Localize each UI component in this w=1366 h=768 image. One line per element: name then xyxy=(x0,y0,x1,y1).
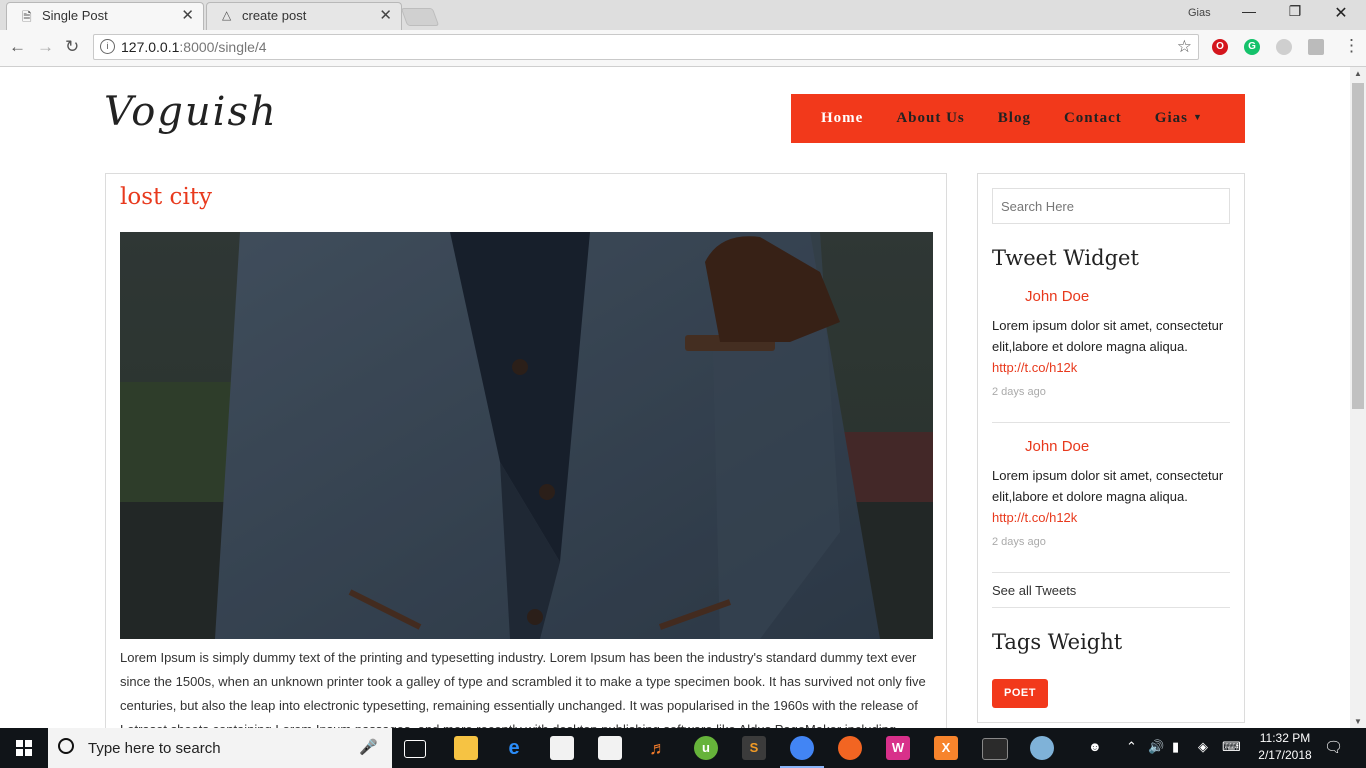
tweet-item: John Doe Lorem ipsum dolor sit amet, con… xyxy=(992,438,1232,548)
extension-icon[interactable] xyxy=(1276,39,1292,55)
task-view-icon[interactable] xyxy=(404,740,426,758)
xampp-icon[interactable]: X xyxy=(934,736,958,760)
tweet-link[interactable]: http://t.co/h12k xyxy=(992,357,1232,378)
nav-user-dropdown[interactable]: Gias ▼ xyxy=(1155,110,1203,127)
new-tab-button[interactable] xyxy=(400,8,440,26)
chrome-icon[interactable] xyxy=(790,736,814,760)
battery-icon[interactable]: ▮ xyxy=(1172,739,1179,755)
windows-logo-icon xyxy=(16,740,32,756)
tag-button[interactable]: POET xyxy=(992,679,1048,708)
tweet-widget-title: Tweet Widget xyxy=(992,246,1139,270)
tweet-link[interactable]: http://t.co/h12k xyxy=(992,507,1232,528)
pdf-extension-icon[interactable] xyxy=(1308,39,1324,55)
divider xyxy=(992,572,1230,573)
utorrent-icon[interactable]: u xyxy=(694,736,718,760)
post-image xyxy=(120,232,933,639)
paint-icon[interactable] xyxy=(1030,736,1054,760)
nav-home[interactable]: Home xyxy=(821,110,863,127)
page-scrollbar[interactable]: ▲ ▼ xyxy=(1350,67,1366,728)
nav-contact[interactable]: Contact xyxy=(1064,110,1122,127)
forward-arrow-icon[interactable]: → xyxy=(37,37,54,57)
scroll-down-icon[interactable]: ▼ xyxy=(1354,717,1362,726)
nav-about-us[interactable]: About Us xyxy=(896,110,964,127)
tweet-time: 2 days ago xyxy=(992,536,1046,548)
nav-user-label: Gias xyxy=(1154,110,1188,126)
tab-title: create post xyxy=(242,8,307,23)
reload-icon[interactable]: ↻ xyxy=(65,37,79,57)
tab-single-post[interactable]: 🗎 Single Post ✕ xyxy=(6,2,204,30)
microphone-icon[interactable]: 🎤 xyxy=(359,738,378,756)
postman-icon[interactable] xyxy=(838,736,862,760)
document-icon: 🗎 xyxy=(22,10,32,24)
profile-name[interactable]: Gias xyxy=(1188,7,1211,19)
maximize-icon[interactable]: ❐ xyxy=(1280,3,1310,20)
start-button[interactable] xyxy=(0,728,48,768)
nav-blog[interactable]: Blog xyxy=(998,110,1031,127)
laravel-icon: △ xyxy=(222,8,232,22)
windows-taskbar: Type here to search 🎤 e ♬ u S W X ☻ ⌃ 🔊 … xyxy=(0,728,1366,768)
post-title[interactable]: lost city xyxy=(120,184,212,210)
caret-down-icon: ▼ xyxy=(1192,112,1203,122)
tweet-author[interactable]: John Doe xyxy=(1025,438,1232,455)
main-nav: Home About Us Blog Contact Gias ▼ xyxy=(791,94,1245,143)
scrollbar-thumb[interactable] xyxy=(1352,83,1364,409)
people-icon[interactable]: ☻ xyxy=(1088,739,1102,754)
wifi-icon[interactable]: ◈ xyxy=(1198,739,1208,755)
cortana-icon xyxy=(58,738,74,754)
sidebar: Tweet Widget John Doe Lorem ipsum dolor … xyxy=(977,173,1245,723)
browser-menu-icon[interactable]: ⋮ xyxy=(1343,36,1360,56)
taskbar-search-box[interactable]: Type here to search 🎤 xyxy=(48,728,392,768)
opera-extension-icon[interactable]: O xyxy=(1212,39,1228,55)
post-body: Lorem Ipsum is simply dummy text of the … xyxy=(120,650,926,728)
file-explorer-icon[interactable] xyxy=(454,736,478,760)
search-input[interactable] xyxy=(992,188,1230,224)
tweet-time: 2 days ago xyxy=(992,386,1046,398)
divider xyxy=(992,422,1230,423)
audio-player-icon[interactable]: ♬ xyxy=(646,736,670,760)
command-prompt-icon[interactable] xyxy=(982,738,1008,760)
sublime-text-icon[interactable]: S xyxy=(742,736,766,760)
volume-icon[interactable]: 🔊 xyxy=(1148,739,1164,755)
grammarly-extension-icon[interactable]: G xyxy=(1244,39,1260,55)
mail-icon[interactable] xyxy=(550,736,574,760)
taskbar-search-text: Type here to search xyxy=(88,740,221,757)
back-arrow-icon[interactable]: ← xyxy=(9,37,26,57)
taskbar-clock[interactable]: 11:32 PM 2/17/2018 xyxy=(1255,730,1315,764)
info-icon[interactable]: i xyxy=(100,39,115,54)
show-hidden-icons-icon[interactable]: ⌃ xyxy=(1126,739,1137,755)
url-bar[interactable]: i 127.0.0.1:8000/single/4 ☆ xyxy=(93,34,1199,60)
address-toolbar: ← → ↻ i 127.0.0.1:8000/single/4 ☆ O G ⋮ xyxy=(0,30,1366,67)
url-text[interactable]: 127.0.0.1:8000/single/4 xyxy=(121,39,267,55)
notification-center-icon[interactable]: 🗨 xyxy=(1324,738,1343,756)
close-window-icon[interactable]: ✕ xyxy=(1326,3,1356,23)
post-card: lost city Lorem Ipsum is simply dummy te… xyxy=(105,173,947,728)
tab-title: Single Post xyxy=(42,8,108,23)
tweet-text: Lorem ipsum dolor sit amet, consectetur … xyxy=(992,468,1224,504)
tweet-author[interactable]: John Doe xyxy=(1025,288,1232,305)
tweet-item: John Doe Lorem ipsum dolor sit amet, con… xyxy=(992,288,1232,398)
divider xyxy=(992,607,1230,608)
tab-create-post[interactable]: △ create post ✕ xyxy=(206,2,402,30)
page-viewport: Voguish Home About Us Blog Contact Gias ▼… xyxy=(0,67,1350,728)
bookmark-star-icon[interactable]: ☆ xyxy=(1177,37,1192,57)
tags-weight-title: Tags Weight xyxy=(992,630,1123,654)
clock-date: 2/17/2018 xyxy=(1258,748,1312,762)
keyboard-icon[interactable]: ⌨ xyxy=(1222,739,1241,755)
tweet-text: Lorem ipsum dolor sit amet, consectetur … xyxy=(992,318,1224,354)
site-logo[interactable]: Voguish xyxy=(104,89,278,135)
clock-time: 11:32 PM xyxy=(1259,731,1311,745)
minimize-icon[interactable]: — xyxy=(1234,3,1264,19)
scroll-up-icon[interactable]: ▲ xyxy=(1354,69,1362,78)
wamp-icon[interactable]: W xyxy=(886,736,910,760)
edge-icon[interactable]: e xyxy=(502,736,526,760)
browser-tab-bar: 🗎 Single Post ✕ △ create post ✕ Gias — ❐… xyxy=(0,0,1366,31)
close-tab-icon[interactable]: ✕ xyxy=(181,6,194,24)
close-tab-icon[interactable]: ✕ xyxy=(379,6,392,24)
store-icon[interactable] xyxy=(598,736,622,760)
see-all-tweets-link[interactable]: See all Tweets xyxy=(992,583,1076,598)
